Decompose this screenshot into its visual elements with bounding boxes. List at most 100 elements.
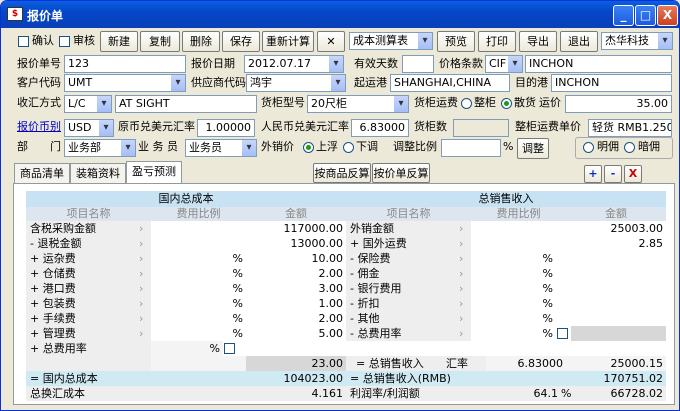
row-amount[interactable]: 25003.00 (571, 221, 666, 236)
row-amount[interactable] (571, 296, 666, 311)
reverse-by-quote-button[interactable]: 按价单反算 (372, 163, 430, 183)
row-amount[interactable]: 3.00 (246, 281, 346, 296)
table-row: = 国内总成本 104023.00 = 总销售收入(RMB) 170751.02 (26, 371, 666, 386)
payment-desc-input[interactable]: AT SIGHT (115, 95, 257, 113)
row-amount[interactable] (571, 326, 666, 341)
tools-icon[interactable]: ✕ (317, 31, 345, 52)
staff-select[interactable]: 业务员 (185, 139, 257, 157)
bulk-radio[interactable] (501, 98, 512, 109)
ratio-checkbox[interactable] (224, 343, 235, 354)
quote-date-input[interactable]: 2012.07.17 (244, 55, 344, 73)
row-ratio[interactable]: % (151, 296, 246, 311)
row-ratio[interactable]: % (471, 281, 556, 296)
row-ratio[interactable] (151, 221, 246, 236)
supplier-select[interactable]: 鸿宇 (246, 74, 346, 92)
row-ratio[interactable]: % (151, 311, 246, 326)
row-ratio[interactable]: % (471, 251, 556, 266)
exit-button[interactable]: 退出 (560, 31, 598, 52)
tab-profit[interactable]: 盈亏预测 (126, 161, 182, 183)
row-ratio[interactable]: % (151, 326, 246, 341)
delete-row-button[interactable]: X (624, 165, 642, 183)
mode-select[interactable]: 成本测算表 (349, 32, 433, 50)
row-ratio[interactable]: % (471, 266, 556, 281)
copy-button[interactable]: 复制 (140, 31, 180, 52)
freight-input[interactable]: 35.00 (565, 95, 672, 113)
row-ratio[interactable]: % (151, 251, 246, 266)
row-amount[interactable]: 117000.00 (246, 221, 346, 236)
explicit-radio[interactable] (583, 142, 594, 153)
whole-radio[interactable] (461, 98, 472, 109)
chevron-right-icon: › (139, 327, 144, 340)
tab-goods[interactable]: 商品清单 (14, 163, 70, 183)
port-from-input[interactable]: SHANGHAI,CHINA (390, 74, 510, 92)
maximize-button[interactable]: □ (635, 5, 656, 26)
export-button[interactable]: 导出 (519, 31, 557, 52)
currency-link[interactable]: 报价币别 (17, 118, 61, 136)
row-amount[interactable]: 10.00 (246, 251, 346, 266)
row-ratio[interactable]: % (151, 266, 246, 281)
payment-select[interactable]: L/C (64, 95, 112, 113)
recalc-button[interactable]: 重新计算 (262, 31, 314, 52)
up-radio[interactable] (303, 142, 314, 153)
row-ratio[interactable]: % (151, 341, 223, 356)
row-amount[interactable]: 2.85 (571, 236, 666, 251)
adjust-ratio-input[interactable] (441, 139, 501, 157)
row-amount[interactable]: 2.00 (246, 311, 346, 326)
rmb-rate-input[interactable]: 6.83000 (351, 119, 409, 137)
row-amount[interactable] (571, 281, 666, 296)
price-term-port-input[interactable]: INCHON (525, 55, 672, 73)
tab-packing[interactable]: 装箱资料 (70, 163, 126, 183)
customer-label: 客户代码 (17, 76, 61, 89)
container-select[interactable]: 20尺柜 (307, 95, 409, 113)
print-button[interactable]: 打印 (478, 31, 516, 52)
table-row: + 总费用率 % (26, 341, 666, 356)
company-select[interactable]: 杰华科技 (601, 32, 673, 50)
adjust-button[interactable]: 调整 (517, 138, 549, 159)
row-amount[interactable] (571, 266, 666, 281)
port-to-input[interactable]: INCHON (551, 74, 672, 92)
row-ratio[interactable]: % (471, 311, 556, 326)
price-term-select[interactable]: CIF (485, 55, 523, 73)
confirm-label: 确认 (32, 34, 54, 47)
row-amount[interactable] (571, 311, 666, 326)
chevron-right-icon: › (139, 312, 144, 325)
add-row-button[interactable]: + (584, 165, 602, 183)
chevron-right-icon: › (139, 222, 144, 235)
row-ratio[interactable] (151, 236, 246, 251)
customer-select[interactable]: UMT (64, 74, 186, 92)
row-name: - 总费用率 (346, 326, 471, 341)
reverse-by-goods-button[interactable]: 按商品反算 (313, 163, 371, 183)
remove-row-button[interactable]: - (604, 165, 622, 183)
row-amount[interactable]: 1.00 (246, 296, 346, 311)
title-bar[interactable]: $ 报价单 _ □ X (1, 1, 679, 28)
row-ratio[interactable] (471, 236, 556, 251)
usd-rate-input[interactable]: 1.00000 (197, 119, 255, 137)
delete-button[interactable]: 删除 (182, 31, 220, 52)
minimize-button[interactable]: _ (613, 5, 634, 26)
valid-days-input[interactable] (402, 55, 434, 73)
new-button[interactable]: 新建 (100, 31, 138, 52)
currency-select[interactable]: USD (64, 119, 114, 137)
ratio-checkbox[interactable] (557, 328, 568, 339)
quote-no-input[interactable]: 123 (64, 55, 186, 73)
row-ratio[interactable]: % (471, 296, 556, 311)
audit-checkbox[interactable] (59, 36, 70, 47)
row-name: + 包装费 (26, 296, 151, 311)
save-button[interactable]: 保存 (222, 31, 260, 52)
rmb-total-label: = 总销售收入(RMB) (346, 371, 566, 386)
row-amount[interactable]: 5.00 (246, 326, 346, 341)
row-amount[interactable]: 13000.00 (246, 236, 346, 251)
row-ratio[interactable]: % (151, 281, 246, 296)
row-amount[interactable] (571, 251, 666, 266)
row-ratio[interactable]: % (471, 326, 556, 341)
unit-freight-input[interactable]: 轻货 RMB1.250/M (588, 119, 672, 137)
confirm-checkbox[interactable] (18, 36, 29, 47)
row-amount[interactable]: 2.00 (246, 266, 346, 281)
dept-select[interactable]: 业务部 (64, 139, 136, 157)
implicit-radio[interactable] (624, 142, 635, 153)
profit-grid: 国内总成本 总销售收入 项目名称 费用比例 金额 项目名称 费用比例 金额 含税… (26, 191, 666, 401)
close-button[interactable]: X (657, 5, 678, 26)
down-radio[interactable] (343, 142, 354, 153)
preview-button[interactable]: 预览 (437, 31, 475, 52)
row-ratio[interactable] (471, 221, 556, 236)
